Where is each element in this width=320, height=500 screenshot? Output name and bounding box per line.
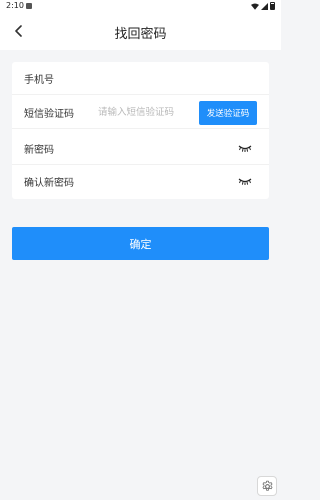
battery-icon — [270, 2, 275, 10]
sms-code-row: 短信验证码 发送验证码 — [12, 96, 269, 129]
phone-row: 手机号 — [12, 62, 269, 95]
confirm-password-label: 确认新密码 — [24, 178, 74, 189]
sms-code-input[interactable] — [98, 102, 202, 122]
new-password-input[interactable] — [98, 138, 202, 158]
reset-password-form: 手机号 短信验证码 发送验证码 新密码 确认新密码 — [12, 62, 269, 199]
status-indicators — [251, 2, 275, 10]
confirm-button[interactable]: 确定 — [12, 227, 269, 260]
nav-bar: 找回密码 — [0, 13, 281, 50]
status-bar: 2:10 — [0, 0, 281, 13]
new-password-row: 新密码 — [12, 132, 269, 165]
page-title: 找回密码 — [114, 27, 167, 42]
settings-button[interactable] — [257, 476, 277, 496]
notification-icon — [26, 3, 32, 9]
phone-input[interactable] — [98, 68, 202, 88]
eye-closed-icon[interactable] — [238, 177, 252, 186]
send-code-button[interactable]: 发送验证码 — [199, 101, 257, 125]
confirm-password-input[interactable] — [98, 171, 202, 191]
wifi-icon — [251, 3, 259, 10]
eye-closed-icon[interactable] — [238, 144, 252, 153]
cellular-signal-icon — [261, 2, 268, 10]
new-password-label: 新密码 — [24, 145, 54, 156]
phone-label: 手机号 — [24, 75, 54, 86]
confirm-password-row: 确认新密码 — [12, 165, 269, 198]
sms-code-label: 短信验证码 — [24, 109, 74, 120]
status-time: 2:10 — [6, 1, 24, 10]
gear-icon — [262, 480, 272, 491]
